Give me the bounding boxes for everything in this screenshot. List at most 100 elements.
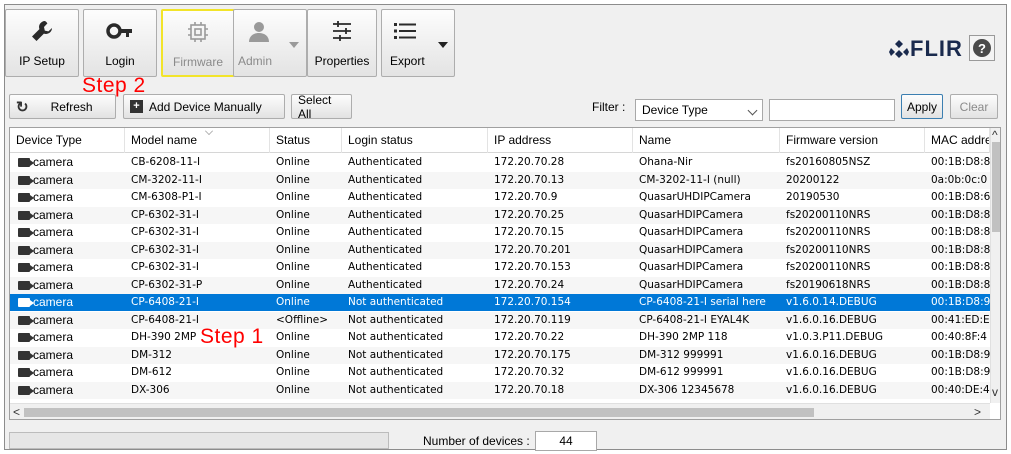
column-header-model-name[interactable]: Model name: [125, 128, 270, 153]
column-header-ip-address[interactable]: IP address: [488, 128, 633, 153]
column-header-mac-address[interactable]: MAC addre: [925, 128, 990, 153]
table-row[interactable]: camera DM-612 Online Not authenticated 172.2…: [10, 364, 990, 381]
firmware-label: Firmware: [173, 55, 223, 69]
table-cell: Authenticated: [342, 224, 488, 241]
table-row[interactable]: camera CP-6408-21-I <Offline> Not authentic…: [10, 311, 990, 329]
table-cell-text: v1.6.0.16.DEBUG: [786, 313, 877, 326]
table-cell-text: v1.0.3.P11.DEBUG: [786, 331, 884, 343]
table-cell-text: DM-612 999991: [639, 366, 724, 378]
horizontal-scrollbar[interactable]: < >: [10, 403, 990, 419]
table-cell: fs20160805NSZ: [780, 154, 925, 171]
table-cell-text: Online: [276, 278, 310, 291]
table-cell: Authenticated: [342, 259, 488, 276]
column-header-status[interactable]: Status: [270, 128, 342, 153]
scroll-right-icon[interactable]: >: [974, 406, 981, 418]
column-header-name[interactable]: Name: [633, 128, 780, 153]
table-row[interactable]: camera CM-3202-11-I Online Authenticated 172…: [10, 171, 990, 189]
table-row[interactable]: camera CM-6308-P1-I Online Authenticated 172…: [10, 189, 990, 206]
login-label: Login: [105, 54, 135, 68]
vertical-scroll-thumb[interactable]: [992, 142, 1000, 232]
table-cell-text: fs20160805NSZ: [786, 156, 871, 168]
table-cell: 172.20.70.154: [488, 294, 633, 311]
scroll-up-icon[interactable]: ^: [992, 129, 998, 141]
table-cell-text: fs20200110NRS: [786, 226, 871, 238]
column-header-login-status[interactable]: Login status: [342, 128, 488, 153]
table-row[interactable]: camera CP-6302-31-I Online Authenticated 172…: [10, 241, 990, 259]
filter-type-select[interactable]: Device Type: [635, 99, 763, 121]
firmware-button[interactable]: Firmware: [161, 9, 235, 77]
table-cell: v1.6.0.16.DEBUG: [780, 364, 925, 381]
table-cell: Online: [270, 382, 342, 399]
table-row[interactable]: camera CP-6302-31-I Online Authenticated 172…: [10, 259, 990, 276]
table-cell-text: 172.20.70.9: [494, 191, 558, 203]
table-cell-text: Not authenticated: [348, 296, 444, 308]
scroll-left-icon[interactable]: <: [13, 406, 20, 418]
camera-icon: [18, 298, 34, 307]
refresh-button[interactable]: ↻ Refresh: [9, 94, 116, 119]
apply-button[interactable]: Apply: [901, 94, 943, 119]
table-cell-text: CB-6208-11-I: [131, 156, 201, 168]
table-cell: camera: [10, 294, 125, 311]
table-cell-text: Authenticated: [348, 226, 423, 238]
model-name-header-label: Model name: [131, 133, 198, 147]
sort-indicator-icon: [205, 128, 213, 135]
admin-button[interactable]: Admin: [233, 9, 307, 77]
table-cell-text: Online: [276, 191, 310, 203]
table-cell-text: Authenticated: [348, 191, 423, 203]
device-count-label: Number of devices :: [423, 434, 530, 448]
help-button[interactable]: ?: [969, 35, 995, 61]
table-row[interactable]: camera CP-6302-31-I Online Authenticated 172…: [10, 206, 990, 224]
table-cell: 172.20.70.22: [488, 329, 633, 346]
table-cell-text: CP-6408-21-I EYAL4K: [639, 313, 750, 326]
ip-setup-button[interactable]: IP Setup: [5, 9, 79, 77]
table-cell-text: fs20200110NRS: [786, 208, 871, 221]
column-header-device-type[interactable]: Device Type: [10, 128, 125, 153]
table-cell: DM-612: [125, 364, 270, 381]
table-cell: CP-6302-31-I: [125, 207, 270, 224]
horizontal-scroll-thumb[interactable]: [24, 408, 814, 417]
table-cell: camera: [10, 259, 125, 276]
table-row[interactable]: camera CB-6208-11-I Online Authenticated 172…: [10, 154, 990, 171]
table-cell-text: DH-390 2MP 118: [639, 331, 728, 343]
table-row[interactable]: camera DX-306 Online Not authenticated 172.2…: [10, 381, 990, 399]
table-cell-text: 00:1B:D8:8: [931, 243, 990, 256]
table-row[interactable]: camera CP-6408-21-I Online Not authenticate…: [10, 294, 990, 311]
add-device-manually-button[interactable]: + Add Device Manually: [123, 94, 285, 119]
filter-input[interactable]: [769, 99, 895, 121]
sliders-icon: [308, 18, 376, 44]
table-cell-text: QuasarHDIPCamera: [639, 243, 744, 256]
table-cell-text: v1.6.0.16.DEBUG: [786, 366, 877, 378]
export-label: Export: [390, 54, 425, 68]
table-cell-text: v1.6.0.16.DEBUG: [786, 383, 877, 396]
table-cell-text: Authenticated: [348, 243, 423, 256]
table-cell-text: camera: [33, 312, 74, 327]
table-cell: 00:1B:D8:8: [925, 154, 990, 171]
table-row[interactable]: camera DM-312 Online Not authenticated 172.2…: [10, 346, 990, 364]
table-row[interactable]: camera DH-390 2MP Online Not authenticated 1…: [10, 329, 990, 346]
column-header-firmware-version[interactable]: Firmware version: [780, 128, 925, 153]
table-cell: v1.6.0.16.DEBUG: [780, 312, 925, 329]
table-cell-text: Online: [276, 383, 310, 396]
table-cell-text: CM-6308-P1-I: [131, 191, 202, 203]
table-row[interactable]: camera CP-6302-31-P Online Authenticated 172…: [10, 276, 990, 294]
table-cell-text: fs20200110NRS: [786, 261, 871, 273]
export-button[interactable]: Export: [381, 9, 455, 77]
table-row[interactable]: camera CP-6302-31-I Online Authenticated 172…: [10, 224, 990, 241]
login-button[interactable]: Login: [83, 9, 157, 77]
export-dropdown-icon: [438, 42, 448, 48]
table-cell: 00:1B:D8:9: [925, 364, 990, 381]
refresh-label: Refresh: [50, 99, 93, 114]
table-cell: 172.20.70.119: [488, 312, 633, 329]
table-cell-text: 00:1B:D8:9: [931, 348, 990, 361]
table-cell-text: camera: [33, 225, 74, 239]
properties-button[interactable]: Properties: [307, 9, 377, 77]
select-all-button[interactable]: Select All: [291, 93, 352, 121]
table-cell-text: Online: [276, 173, 310, 186]
table-cell-text: 00:1B:D8:8: [931, 261, 990, 273]
vertical-scrollbar[interactable]: ^ v: [990, 128, 1000, 403]
properties-label: Properties: [314, 54, 370, 68]
table-cell: camera: [10, 329, 125, 346]
scroll-down-icon[interactable]: v: [992, 386, 998, 398]
table-cell: v1.0.3.P11.DEBUG: [780, 329, 925, 346]
clear-button[interactable]: Clear: [950, 94, 998, 119]
